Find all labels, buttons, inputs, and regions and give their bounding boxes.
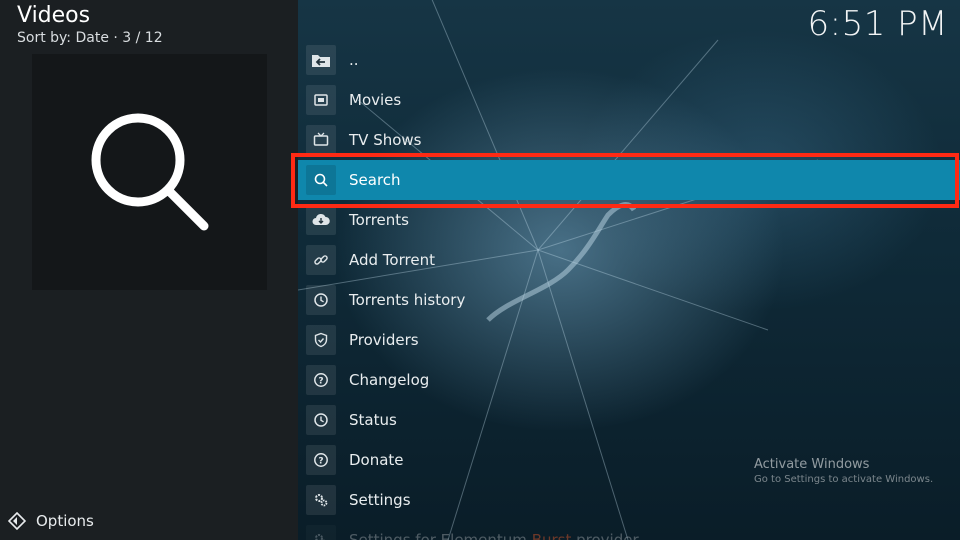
folder-back-icon	[306, 45, 336, 75]
list-item-label: Status	[349, 411, 397, 429]
windows-activation-watermark: Activate Windows Go to Settings to activ…	[754, 457, 933, 485]
help-icon: ?	[306, 445, 336, 475]
watermark-title: Activate Windows	[754, 457, 870, 472]
list-item-providers[interactable]: Providers	[298, 320, 960, 360]
list-item-label: Settings	[349, 491, 411, 509]
movies-icon	[306, 85, 336, 115]
tv-icon	[306, 125, 336, 155]
item-thumbnail	[32, 54, 267, 290]
svg-text:?: ?	[318, 457, 323, 467]
list-item-label: Settings for Elementum Burst provider	[349, 531, 639, 540]
clock: 6:51 PM	[807, 4, 948, 44]
list-item-parent[interactable]: ..	[298, 40, 960, 80]
list-item-movies[interactable]: Movies	[298, 80, 960, 120]
options-icon	[8, 512, 26, 530]
list-item-status[interactable]: Status	[298, 400, 960, 440]
list-item-burst-settings[interactable]: Settings for Elementum Burst provider	[298, 520, 960, 540]
clock-icon	[306, 285, 336, 315]
watermark-subtitle: Go to Settings to activate Windows.	[754, 474, 934, 485]
search-icon	[91, 113, 208, 231]
sort-info: Sort by: Date · 3 / 12	[17, 30, 163, 46]
list-item-changelog[interactable]: ? Changelog	[298, 360, 960, 400]
shield-icon	[306, 325, 336, 355]
list-item-add-torrent[interactable]: Add Torrent	[298, 240, 960, 280]
list-item-label: TV Shows	[349, 131, 422, 149]
list-item-settings[interactable]: Settings	[298, 480, 960, 520]
svg-text:?: ?	[318, 377, 323, 387]
list-item-label: Donate	[349, 451, 404, 469]
list-item-label: Providers	[349, 331, 419, 349]
link-icon	[306, 245, 336, 275]
list-item-label: Torrents	[349, 211, 409, 229]
clock-icon	[306, 405, 336, 435]
options-label: Options	[36, 512, 94, 530]
cloud-download-icon	[306, 205, 336, 235]
list-item-label: Torrents history	[349, 291, 466, 309]
list-item-torrents-history[interactable]: Torrents history	[298, 280, 960, 320]
gears-icon	[306, 485, 336, 515]
list-item-label: Add Torrent	[349, 251, 435, 269]
gears-icon	[306, 525, 336, 540]
annotation-highlight-box	[291, 153, 959, 208]
page-title: Videos	[17, 3, 91, 28]
list-item-label: Movies	[349, 91, 402, 109]
options-button[interactable]: Options	[8, 510, 94, 532]
list-item-label: Changelog	[349, 371, 430, 389]
header: Videos Sort by: Date · 3 / 12	[17, 4, 163, 47]
left-panel: Videos Sort by: Date · 3 / 12 Options	[0, 0, 298, 540]
list-item-label: ..	[349, 51, 359, 69]
help-icon: ?	[306, 365, 336, 395]
